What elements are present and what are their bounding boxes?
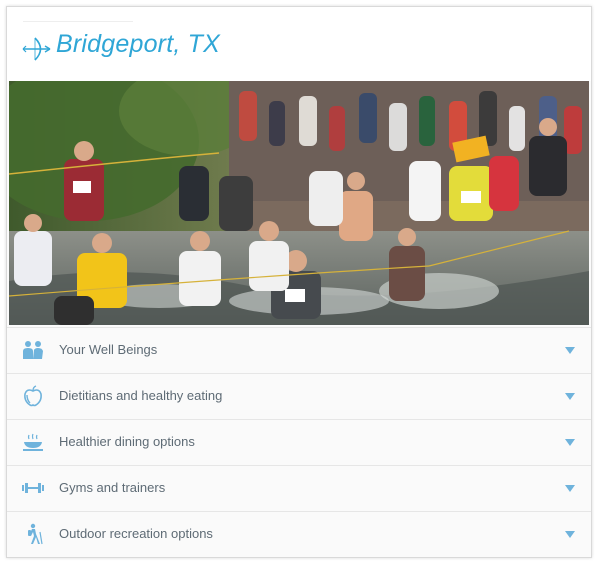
accordion-item-well-beings[interactable]: Your Well Beings xyxy=(7,327,591,373)
chevron-down-icon[interactable] xyxy=(565,531,575,538)
accordion-item-dining[interactable]: Healthier dining options xyxy=(7,419,591,465)
accordion-item-label: Your Well Beings xyxy=(59,342,158,357)
chevron-down-icon[interactable] xyxy=(565,347,575,354)
bow-arrow-icon xyxy=(22,37,51,61)
chevron-down-icon[interactable] xyxy=(565,439,575,446)
accordion: Your Well Beings Dietitians and healthy … xyxy=(7,327,591,557)
accordion-item-label: Outdoor recreation options xyxy=(59,526,213,541)
hero-image xyxy=(9,81,589,325)
hero-photo xyxy=(9,81,589,325)
apple-icon xyxy=(24,385,42,407)
accordion-item-label: Gyms and trainers xyxy=(59,480,166,495)
page-title: Bridgeport, TX xyxy=(56,30,220,58)
chevron-down-icon[interactable] xyxy=(565,485,575,492)
header-divider xyxy=(23,21,133,22)
hiker-icon xyxy=(28,523,43,545)
accordion-item-outdoor[interactable]: Outdoor recreation options xyxy=(7,511,591,557)
accordion-item-label: Healthier dining options xyxy=(59,434,195,449)
dumbbell-icon xyxy=(22,483,44,493)
card-header: Bridgeport, TX xyxy=(7,7,591,81)
people-icon xyxy=(23,341,43,359)
dining-bowl-icon xyxy=(23,433,43,451)
location-card: Bridgeport, TX Your Well Beings Dietitia… xyxy=(6,6,592,558)
chevron-down-icon[interactable] xyxy=(565,393,575,400)
accordion-item-dietitians[interactable]: Dietitians and healthy eating xyxy=(7,373,591,419)
accordion-item-gyms[interactable]: Gyms and trainers xyxy=(7,465,591,511)
accordion-item-label: Dietitians and healthy eating xyxy=(59,388,223,403)
